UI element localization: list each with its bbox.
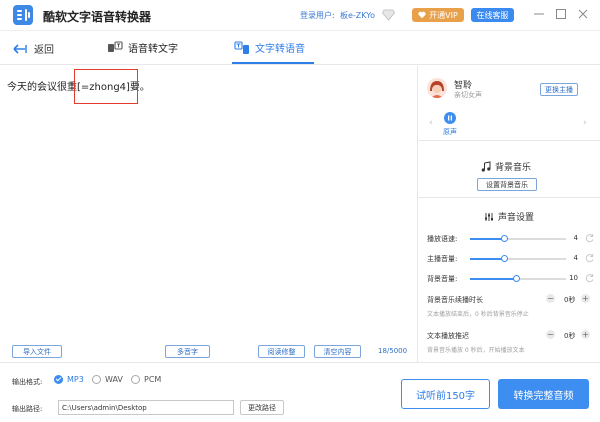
voice-card: 智聆 亲切女声 更换主播 ‹ › 原声 [419,66,600,141]
chevron-left-icon[interactable]: ‹ [429,118,433,128]
set-bgm-button[interactable]: 设置背景音乐 [477,178,537,191]
back-button[interactable]: 返回 [13,41,54,56]
output-format-label: 输出格式: [12,378,43,386]
tab-speech-to-text[interactable]: 语音转文字 [107,40,178,55]
open-vip-button[interactable]: 开通VIP [412,8,464,22]
bgm-title-label: 背景音乐 [495,163,532,173]
pause-icon [448,115,452,121]
text-to-speech-icon [234,40,249,54]
pause-voice-button[interactable] [444,112,456,124]
text-delay-hint: 背景音乐播放 0 秒后，开始播放文本 [427,347,525,354]
heart-icon [418,11,426,19]
back-label: 返回 [34,45,54,56]
format-radio-mp3[interactable]: MP3 [54,375,84,384]
format-radio-pcm[interactable]: PCM [131,375,161,384]
main-volume-slider-row: 主播音量: 4 [427,253,600,265]
bgm-duration-label: 背景音乐续播时长 [427,296,483,304]
app-logo-icon [13,5,33,25]
bgm-duration-decrement-button[interactable]: − [546,294,555,303]
online-service-button[interactable]: 在线客服 [471,8,514,22]
bgm-volume-slider[interactable] [470,275,566,282]
bgm-duration-value[interactable]: 0秒 [564,295,575,305]
import-file-button[interactable]: 导入文件 [12,345,62,358]
rate-slider-row: 播放语速: 4 [427,233,600,245]
rate-value: 4 [573,234,578,242]
settings-panel: 智聆 亲切女声 更换主播 ‹ › 原声 背景音乐 设置背景音乐 声音设置 播放语… [419,66,600,362]
text-editor[interactable]: 今天的会议很重[=zhong4]要。 [0,66,418,362]
tab-speech-to-text-label: 语音转文字 [128,44,178,55]
title-bar: 酷软文字语音转换器 登录用户: 板e-ZKYo 开通VIP 在线客服 [0,0,600,31]
rate-slider[interactable] [470,235,566,242]
tab-text-to-speech[interactable]: 文字转语音 [234,40,305,55]
change-path-button[interactable]: 更改路径 [240,400,284,415]
main-volume-value: 4 [573,254,578,262]
rate-slider-handle[interactable] [501,235,509,242]
active-tab-indicator [232,62,314,64]
radio-button[interactable] [54,375,63,384]
change-voice-button[interactable]: 更换主播 [540,83,578,96]
reset-icon[interactable] [584,233,595,244]
text-delay-label: 文本播放推迟 [427,332,469,340]
text-delay-decrement-button[interactable]: − [546,330,555,339]
text-delay-increment-button[interactable]: + [581,330,590,339]
music-note-icon [481,161,491,172]
vip-label: 开通VIP [429,10,458,20]
rate-label: 播放语速: [427,235,458,243]
main-volume-slider-handle[interactable] [501,255,509,262]
polyphonic-button[interactable]: 多音字 [165,345,210,358]
login-label: 登录用户: [300,11,335,20]
highlight-box [74,69,138,104]
login-username[interactable]: 板e-ZKYo [340,10,375,21]
bgm-duration-hint: 文本播放结束后，0 秒后背景音乐停止 [427,311,529,318]
bgm-volume-label: 背景音量: [427,275,458,283]
output-path-input[interactable] [58,400,234,415]
output-path-label: 输出路径: [12,405,43,413]
text-delay-value[interactable]: 0秒 [564,331,575,341]
sliders-icon [485,212,493,221]
bgm-section: 背景音乐 设置背景音乐 [419,142,600,198]
app-title: 酷软文字语音转换器 [43,10,152,24]
diamond-icon [382,9,395,21]
preview-button[interactable]: 试听前150字 [401,379,490,409]
bgm-duration-increment-button[interactable]: + [581,294,590,303]
sound-settings-label: 声音设置 [498,213,535,223]
reset-icon[interactable] [584,273,595,284]
char-counter: 18/5000 [378,347,408,355]
voice-description: 亲切女声 [454,91,482,99]
clear-content-button[interactable]: 清空内容 [314,345,361,358]
main-volume-slider[interactable] [470,255,566,262]
read-correction-button[interactable]: 阅读修整 [258,345,305,358]
format-label-wav: WAV [105,375,123,384]
sound-settings-title: 声音设置 [484,210,534,223]
format-label-pcm: PCM [144,375,162,384]
tab-bar: 返回 语音转文字 文字转语音 [0,31,600,65]
bgm-volume-slider-handle[interactable] [512,275,520,282]
avatar [427,78,447,98]
bgm-title: 背景音乐 [481,160,531,173]
close-icon[interactable] [576,7,590,21]
voice-play-label: 原声 [443,128,457,136]
minimize-icon[interactable] [532,7,546,21]
bgm-volume-value: 10 [569,274,578,282]
format-radio-wav[interactable]: WAV [92,375,123,384]
radio-button[interactable] [131,375,140,384]
reset-icon[interactable] [584,253,595,264]
speech-to-text-icon [108,40,123,52]
main-volume-label: 主播音量: [427,255,458,263]
format-label-mp3: MP3 [67,375,84,384]
chevron-right-icon[interactable]: › [583,118,587,128]
maximize-icon[interactable] [554,7,568,21]
output-footer: 输出格式: MP3 WAV PCM 输出路径: 更改路径 试听前150字 转换完… [0,362,600,422]
tab-text-to-speech-label: 文字转语音 [255,44,305,55]
back-arrow-icon [13,43,27,54]
bgm-volume-slider-row: 背景音量: 10 [427,273,600,285]
radio-button[interactable] [92,375,101,384]
convert-button[interactable]: 转换完整音频 [498,379,589,409]
